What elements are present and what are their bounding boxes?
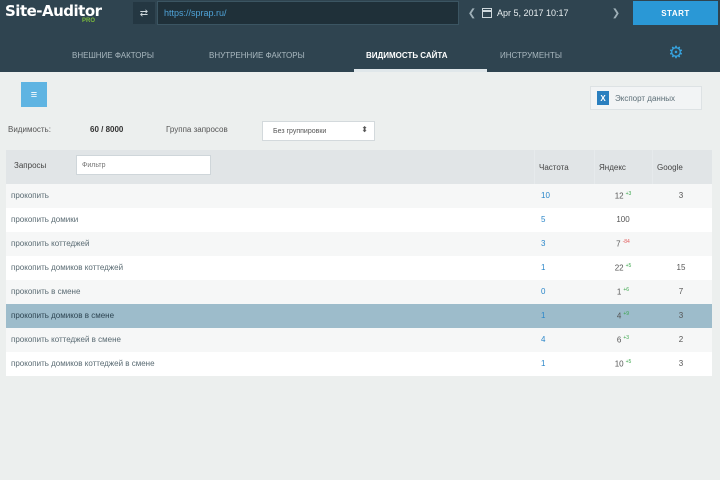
logo-badge: PRO (82, 18, 96, 24)
table-row[interactable]: прокопить домики 5 100 (6, 208, 712, 232)
query-text[interactable]: прокопить домиков в смене (11, 311, 114, 320)
query-group-label: Группа запросов (166, 125, 228, 134)
excel-icon: X (597, 91, 609, 105)
yandex-position: 10 +5 (598, 359, 648, 369)
query-frequency[interactable]: 10 (541, 191, 550, 200)
date-text: Apr 5, 2017 10:17 (497, 8, 569, 18)
export-label: Экспорт данных (615, 93, 675, 103)
yandex-position: 12 +3 (598, 191, 648, 201)
calendar-icon (482, 8, 492, 18)
yandex-value: 1 (616, 287, 622, 297)
position-change: +3 (625, 191, 632, 197)
table-row[interactable]: прокопить домиков в смене 1 4 +9 3 (6, 304, 712, 328)
header-queries[interactable]: Запросы (14, 161, 46, 170)
google-position: 7 (678, 287, 684, 296)
table-row[interactable]: прокопить в смене 0 1 +6 7 (6, 280, 712, 304)
main-nav: ВНЕШНИЕ ФАКТОРЫ ВНУТРЕННИЕ ФАКТОРЫ ВИДИМ… (0, 27, 720, 72)
position-change: +3 (623, 335, 630, 341)
yandex-position: 7 -84 (598, 239, 648, 249)
tab-internal-factors[interactable]: ВНУТРЕННИЕ ФАКТОРЫ (209, 51, 305, 60)
yandex-position: 4 +9 (598, 311, 648, 321)
query-text[interactable]: прокопить домиков коттеджей в смене (11, 359, 155, 368)
gear-icon[interactable]: ⚙ (666, 43, 686, 63)
query-text[interactable]: прокопить коттеджей (11, 239, 89, 248)
yandex-position: 6 +3 (598, 335, 648, 345)
link-icon[interactable]: ⇄ (133, 2, 155, 24)
table-row[interactable]: прокопить коттеджей в смене 4 6 +3 2 (6, 328, 712, 352)
chevron-down-icon: ⬍ (361, 125, 368, 134)
table-row[interactable]: прокопить домиков коттеджей 1 22 +5 15 (6, 256, 712, 280)
position-change: +9 (623, 311, 630, 317)
menu-button[interactable]: ≡ (21, 82, 47, 107)
query-frequency[interactable]: 1 (541, 263, 545, 272)
query-frequency[interactable]: 1 (541, 359, 545, 368)
yandex-value: 100 (616, 215, 630, 224)
prev-date-icon[interactable]: ❮ (466, 8, 478, 19)
top-bar: Site-Auditor PRO ⇄ ❮ Apr 5, 2017 10:17 ❯… (0, 0, 720, 27)
query-filter-input[interactable] (76, 155, 211, 175)
google-position: 3 (678, 311, 684, 320)
query-group-value: Без группировки (273, 127, 327, 135)
header-google[interactable]: Google (657, 163, 683, 172)
export-button[interactable]: X Экспорт данных (590, 86, 702, 110)
query-frequency[interactable]: 3 (541, 239, 545, 248)
tab-tools[interactable]: ИНСТРУМЕНТЫ (500, 51, 562, 60)
position-change: +6 (623, 287, 630, 293)
query-text[interactable]: прокопить домики (11, 215, 78, 224)
google-position: 2 (678, 335, 684, 344)
query-text[interactable]: прокопить (11, 191, 49, 200)
yandex-value: 7 (616, 239, 621, 249)
query-text[interactable]: прокопить коттеджей в смене (11, 335, 121, 344)
position-change: -84 (622, 239, 630, 245)
google-position: 3 (678, 191, 684, 200)
position-change: +5 (625, 359, 632, 365)
table-row[interactable]: прокопить коттеджей 3 7 -84 (6, 232, 712, 256)
query-frequency[interactable]: 5 (541, 215, 545, 224)
table-header: Запросы Частота Яндекс Google (6, 150, 712, 184)
start-button[interactable]: START (633, 1, 718, 25)
google-position: 15 (676, 263, 686, 272)
position-change: +5 (625, 263, 632, 269)
yandex-value: 4 (616, 311, 622, 321)
yandex-value: 6 (616, 335, 622, 345)
queries-table: Запросы Частота Яндекс Google прокопить 1… (6, 150, 712, 376)
tab-external-factors[interactable]: ВНЕШНИЕ ФАКТОРЫ (72, 51, 154, 60)
active-tab-indicator (354, 69, 487, 72)
url-input[interactable] (157, 1, 459, 25)
table-row[interactable]: прокопить 10 12 +3 3 (6, 184, 712, 208)
query-frequency[interactable]: 0 (541, 287, 545, 296)
yandex-position: 1 +6 (598, 287, 648, 297)
header-yandex[interactable]: Яндекс (599, 163, 626, 172)
yandex-position: 100 (598, 215, 648, 224)
table-row[interactable]: прокопить домиков коттеджей в смене 1 10 +5… (6, 352, 712, 376)
date-picker[interactable]: ❮ Apr 5, 2017 10:17 ❯ (466, 1, 622, 25)
query-text[interactable]: прокопить в смене (11, 287, 80, 296)
google-position: 3 (678, 359, 684, 368)
visibility-label: Видимость: (8, 125, 51, 134)
query-group-select[interactable]: Без группировки ⬍ (262, 121, 375, 141)
query-text[interactable]: прокопить домиков коттеджей (11, 263, 123, 272)
visibility-value: 60 / 8000 (90, 125, 124, 134)
menu-icon: ≡ (30, 88, 38, 101)
tab-site-visibility[interactable]: ВИДИМОСТЬ САЙТА (366, 51, 448, 60)
query-frequency[interactable]: 4 (541, 335, 545, 344)
yandex-value: 12 (614, 191, 624, 201)
next-date-icon[interactable]: ❯ (610, 8, 622, 19)
query-frequency[interactable]: 1 (541, 311, 545, 320)
header-frequency[interactable]: Частота (539, 163, 569, 172)
yandex-value: 10 (614, 359, 624, 369)
yandex-value: 22 (614, 263, 624, 273)
yandex-position: 22 +5 (598, 263, 648, 273)
